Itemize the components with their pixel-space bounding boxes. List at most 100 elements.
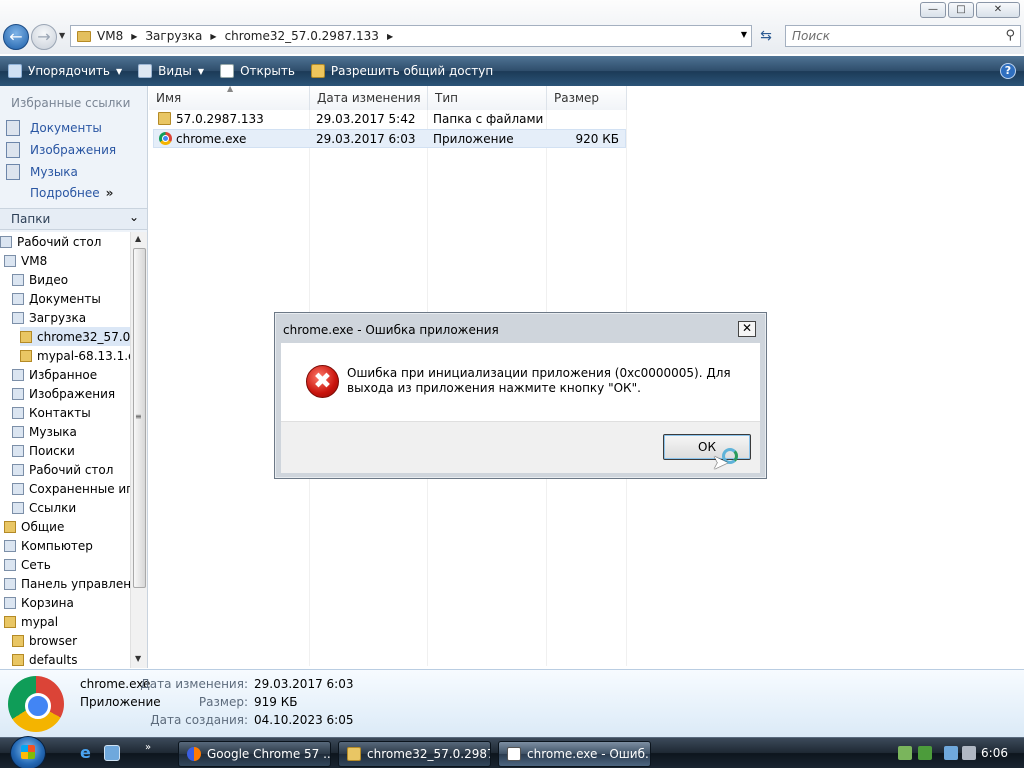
mouse-pointer-icon: ➤ [712, 450, 729, 474]
tree-item-browser[interactable]: browser [12, 631, 77, 650]
scroll-down-icon[interactable]: ▼ [135, 654, 141, 663]
maximize-button[interactable]: □ [948, 2, 974, 18]
tree-item-mypal-root[interactable]: mypal [4, 612, 58, 631]
organize-button[interactable]: Упорядочить ▼ [0, 56, 130, 86]
breadcrumb-separator-icon[interactable]: ▶ [387, 32, 393, 41]
tree-item-videos[interactable]: Видео [12, 270, 68, 289]
history-dropdown-icon[interactable]: ▼ [59, 31, 65, 40]
clock[interactable]: 6:06 [981, 746, 1008, 760]
breadcrumb-chrome32[interactable]: chrome32_57.0.2987.133 [225, 29, 379, 43]
tree-item-chrome32[interactable]: chrome32_57.0.2 [20, 327, 130, 346]
breadcrumb-separator-icon[interactable]: ▶ [210, 32, 216, 41]
tree-item-downloads[interactable]: Загрузка [12, 308, 86, 327]
navigation-pane: Избранные ссылки Документы Изображения М… [0, 86, 148, 668]
address-field[interactable]: VM8 ▶ Загрузка ▶ chrome32_57.0.2987.133 … [70, 25, 752, 47]
music-icon [6, 164, 20, 180]
tree-item-control-panel[interactable]: Панель управления [4, 574, 130, 593]
tree-item-recycle-bin[interactable]: Корзина [4, 593, 74, 612]
more-label: Подробнее [30, 186, 100, 200]
column-size[interactable]: Размер [547, 86, 627, 110]
column-name[interactable]: Имя ▲ [149, 84, 310, 110]
tree-item-music[interactable]: Музыка [12, 422, 77, 441]
close-window-button[interactable]: ✕ [976, 2, 1020, 18]
start-button[interactable] [10, 736, 46, 768]
column-type[interactable]: Тип [428, 86, 547, 110]
taskbar-item-chrome[interactable]: Google Chrome 57 ... [178, 741, 331, 767]
double-chevron-icon: » [105, 186, 114, 200]
search-input[interactable]: Поиск ⚲ [785, 25, 1021, 47]
tree-item-links[interactable]: Ссылки [12, 498, 76, 517]
quicklaunch-more-icon[interactable]: » [145, 742, 151, 753]
tree-item-searches[interactable]: Поиски [12, 441, 75, 460]
tray-app-icon[interactable] [898, 746, 912, 760]
tree-item-network[interactable]: Сеть [4, 555, 51, 574]
refresh-icon: ⇆ [760, 28, 772, 44]
recycle-bin-icon [4, 596, 16, 609]
folder-icon [158, 112, 171, 125]
favorite-pictures[interactable]: Изображения [6, 142, 116, 158]
tree-item-mypal[interactable]: mypal-68.13.1.er [20, 346, 130, 365]
tree-item-contacts[interactable]: Контакты [12, 403, 91, 422]
tree-item-label: defaults [29, 652, 78, 667]
tree-item-saved-games[interactable]: Сохраненные игр [12, 479, 130, 498]
column-date-label: Дата изменения [317, 91, 421, 105]
volume-muted-icon[interactable] [962, 746, 976, 760]
tree-item-computer[interactable]: Компьютер [4, 536, 93, 555]
internet-explorer-icon[interactable]: e [80, 745, 96, 761]
tree-item-user-desktop[interactable]: Рабочий стол [12, 460, 113, 479]
tree-item-label: VM8 [21, 253, 48, 268]
breadcrumb-vm8[interactable]: VM8 [97, 29, 123, 43]
tree-scrollbar[interactable]: ▲ ≡ ▼ [130, 232, 147, 668]
details-size-value: 919 КБ [254, 695, 298, 709]
computer-icon [4, 539, 16, 552]
tree-item-documents[interactable]: Документы [12, 289, 101, 308]
favorite-music[interactable]: Музыка [6, 164, 78, 180]
search-icon[interactable]: ⚲ [1005, 28, 1015, 43]
file-row-selected[interactable]: chrome.exe 29.03.2017 6:03 Приложение 92… [153, 129, 626, 148]
file-row[interactable]: 57.0.2987.133 29.03.2017 5:42 Папка с фа… [153, 110, 626, 129]
forward-button[interactable]: → [31, 24, 57, 50]
show-desktop-icon[interactable] [104, 745, 120, 761]
details-modified-label: Дата изменения: [140, 677, 248, 691]
command-toolbar: Упорядочить ▼ Виды ▼ Открыть Разрешить о… [0, 56, 1024, 86]
tray-check-icon[interactable] [918, 746, 932, 760]
dialog-close-button[interactable]: ✕ [738, 321, 756, 337]
favorites-title: Избранные ссылки [11, 96, 131, 110]
tree-item-favorites[interactable]: Избранное [12, 365, 97, 384]
scroll-up-icon[interactable]: ▲ [135, 234, 141, 243]
chevron-down-icon: ⌄ [128, 210, 139, 224]
favorite-documents[interactable]: Документы [6, 120, 102, 136]
tree-item-desktop[interactable]: Рабочий стол [0, 232, 101, 251]
taskbar-item-explorer[interactable]: chrome32_57.0.2987... [338, 741, 491, 767]
breadcrumb-separator-icon[interactable]: ▶ [131, 32, 137, 41]
file-type: Приложение [433, 132, 514, 146]
window-controls: — □ ✕ [920, 2, 1020, 18]
tree-item-defaults[interactable]: defaults [12, 650, 77, 668]
tree-item-public[interactable]: Общие [4, 517, 64, 536]
breadcrumb-downloads[interactable]: Загрузка [145, 29, 202, 43]
folder-icon [12, 653, 24, 666]
column-date[interactable]: Дата изменения [310, 86, 428, 110]
address-dropdown-icon[interactable]: ▼ [741, 30, 747, 39]
views-label: Виды [158, 64, 192, 78]
tree-item-label: chrome32_57.0.2 [37, 329, 130, 344]
file-size: 920 КБ [575, 132, 619, 146]
help-icon[interactable]: ? [1000, 63, 1016, 79]
refresh-button[interactable]: ⇆ [755, 26, 777, 46]
views-icon [138, 64, 153, 78]
column-type-label: Тип [435, 91, 458, 105]
taskbar-item-error-dialog[interactable]: chrome.exe - Ошиб... [498, 741, 651, 767]
tree-item-pictures[interactable]: Изображения [12, 384, 115, 403]
dialog-footer: ОК [281, 421, 760, 473]
back-button[interactable]: ← [3, 24, 29, 50]
tree-item-vm8[interactable]: VM8 [4, 251, 47, 270]
open-button[interactable]: Открыть [212, 56, 303, 86]
minimize-button[interactable]: — [920, 2, 946, 18]
share-button[interactable]: Разрешить общий доступ [303, 56, 501, 86]
network-icon[interactable] [944, 746, 958, 760]
file-name: chrome.exe [176, 132, 247, 146]
views-button[interactable]: Виды ▼ [130, 56, 212, 86]
folders-header[interactable]: Папки ⌄ [0, 208, 147, 230]
folders-title: Папки [11, 212, 51, 226]
more-link[interactable]: Подробнее » [30, 186, 113, 200]
